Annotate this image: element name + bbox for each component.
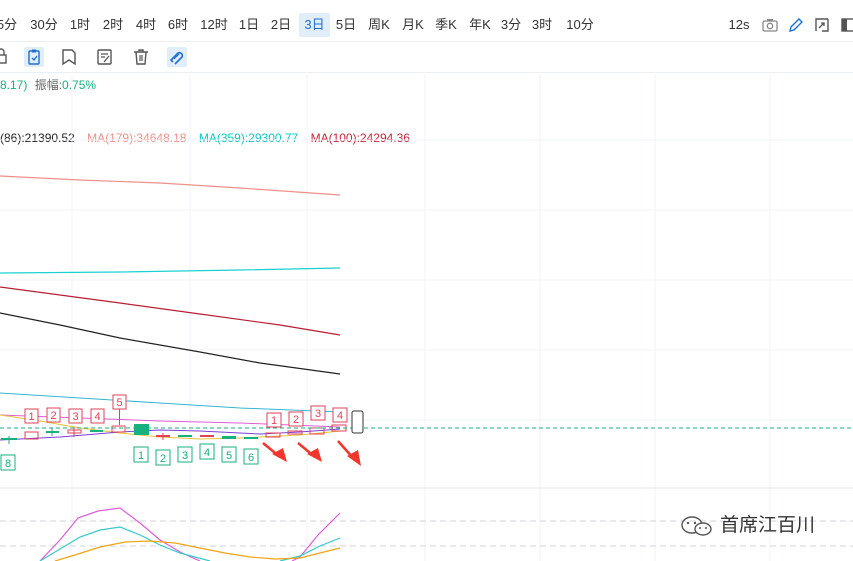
green-marker-label: 5: [226, 450, 232, 462]
ma-179-line: [0, 175, 341, 196]
candle: [134, 424, 149, 435]
candle: [90, 430, 103, 432]
current-price-tag: [351, 410, 364, 434]
annotation-arrow: [337, 440, 361, 466]
top-marker: 2: [46, 407, 61, 423]
green-marker-label: 3: [182, 450, 188, 462]
ma-86-line: [0, 312, 341, 375]
top-marker: 1: [24, 408, 39, 424]
candle: [178, 435, 192, 437]
candle: [200, 435, 214, 437]
green-marker: 1: [133, 446, 149, 463]
candle: [222, 436, 236, 439]
candle: [244, 437, 258, 439]
green-marker-label: 1: [138, 450, 144, 462]
top-marker-label: 3: [72, 411, 78, 423]
red-marker-label: 2: [293, 414, 299, 426]
red-marker: 1: [266, 412, 282, 428]
red-marker: 2: [288, 411, 304, 427]
red-marker: 3: [310, 405, 326, 421]
green-marker: 3: [177, 446, 193, 463]
annotation-arrow: [297, 442, 322, 462]
watermark: 首席江百川: [680, 512, 815, 538]
kline-chart[interactable]: 1 2 3 4 5 1 2 3 4 5 6 8 1 2 3 4: [0, 0, 853, 561]
candlesticks: [1, 424, 347, 444]
top-marker-label: 5: [116, 397, 122, 409]
green-marker: 8: [0, 454, 16, 471]
top-marker-label: 1: [28, 411, 34, 423]
green-marker-label: 8: [5, 458, 11, 470]
ma-359-line: [0, 267, 341, 274]
green-marker: 4: [199, 443, 215, 460]
green-marker-label: 6: [248, 452, 254, 464]
watermark-text: 首席江百川: [720, 514, 816, 536]
annotation-arrow: [262, 442, 287, 462]
top-marker-label: 4: [94, 411, 100, 423]
green-marker: 2: [155, 449, 171, 466]
green-marker: 5: [221, 446, 237, 463]
candle: [111, 425, 126, 433]
red-marker-label: 1: [271, 415, 277, 427]
top-marker-label: 2: [50, 410, 56, 422]
red-marker-label: 3: [315, 408, 321, 420]
top-marker: 3: [68, 408, 83, 424]
wechat-icon: [681, 515, 712, 536]
green-marker-label: 4: [204, 447, 210, 459]
green-marker: 6: [243, 448, 259, 465]
red-marker: 4: [332, 407, 348, 423]
red-marker-label: 4: [337, 410, 343, 422]
ma-100-line: [0, 286, 341, 336]
top-marker: 4: [90, 408, 105, 424]
green-marker-label: 2: [160, 453, 166, 465]
